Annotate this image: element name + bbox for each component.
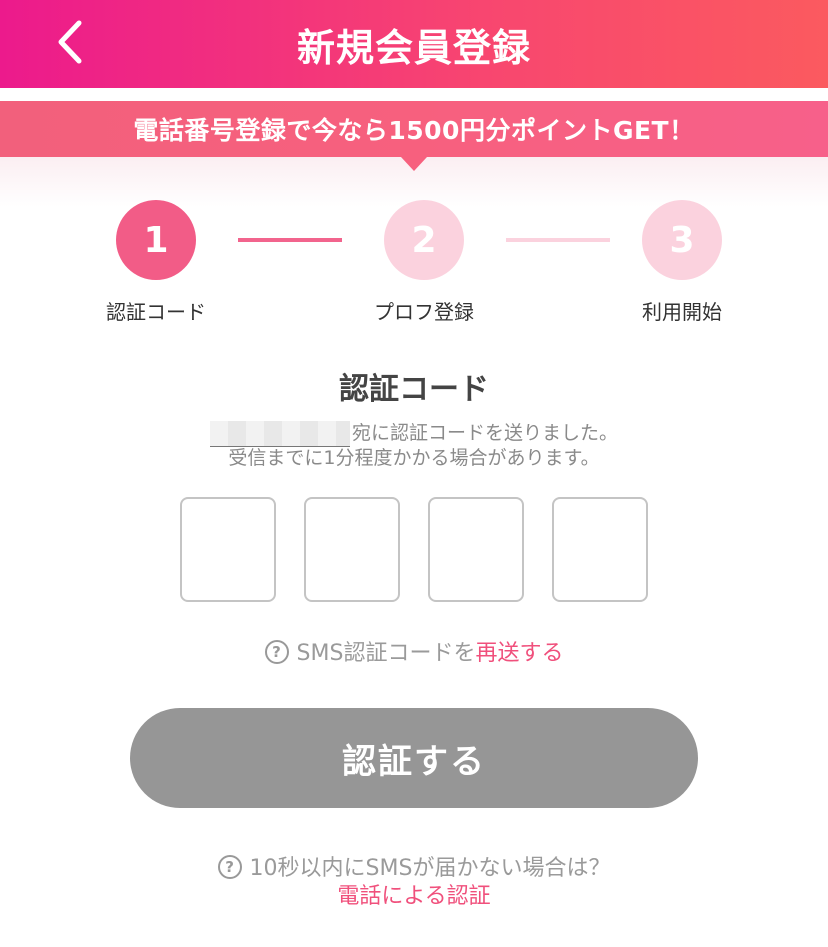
wait-notice: 受信までに1分程度かかる場合があります。: [228, 447, 600, 469]
step-connector-1: [238, 238, 342, 242]
verify-button[interactable]: 認証する: [130, 708, 698, 808]
step-2-circle: 2: [384, 200, 464, 280]
code-digit-4-input[interactable]: [552, 497, 648, 602]
step-3-number: 3: [669, 219, 695, 261]
step-3-label: 利用開始: [642, 300, 722, 324]
promo-banner: 電話番号登録で今なら1500円分ポイントGET！: [0, 101, 828, 157]
chevron-left-icon: [55, 19, 85, 69]
step-1-number: 1: [143, 219, 169, 261]
signup-page: 新規会員登録 電話番号登録で今なら1500円分ポイントGET！ 1 2 3 認証…: [0, 0, 828, 947]
page-title: 新規会員登録: [296, 25, 531, 70]
step-3-circle: 3: [642, 200, 722, 280]
step-2-number: 2: [411, 219, 437, 261]
resend-prefix: SMS認証コードを: [296, 641, 476, 666]
code-digit-2-input[interactable]: [304, 497, 400, 602]
step-1-label: 認証コード: [106, 300, 206, 324]
phone-auth-row: 電話による認証: [0, 878, 828, 910]
resend-row: ? SMS認証コードを再送する: [0, 635, 828, 667]
step-1-circle: 1: [116, 200, 196, 280]
resend-link[interactable]: 再送する: [475, 641, 563, 666]
sent-message-text: 宛に認証コードを送りました。: [351, 422, 618, 444]
promo-text: 電話番号登録で今なら1500円分ポイントGET！: [133, 116, 695, 145]
code-digit-1-input[interactable]: [180, 497, 276, 602]
phone-verification-link[interactable]: 電話による認証: [337, 884, 490, 909]
back-button[interactable]: [40, 14, 100, 74]
question-circle-icon: ?: [264, 640, 289, 664]
app-header: 新規会員登録: [0, 0, 828, 88]
verification-title: 認証コード: [339, 372, 489, 407]
question-circle-icon: ?: [217, 855, 242, 879]
step-connector-2: [506, 238, 610, 242]
code-digit-3-input[interactable]: [428, 497, 524, 602]
promo-pointer: [401, 157, 427, 171]
step-2-label: プロフ登録: [374, 300, 474, 324]
